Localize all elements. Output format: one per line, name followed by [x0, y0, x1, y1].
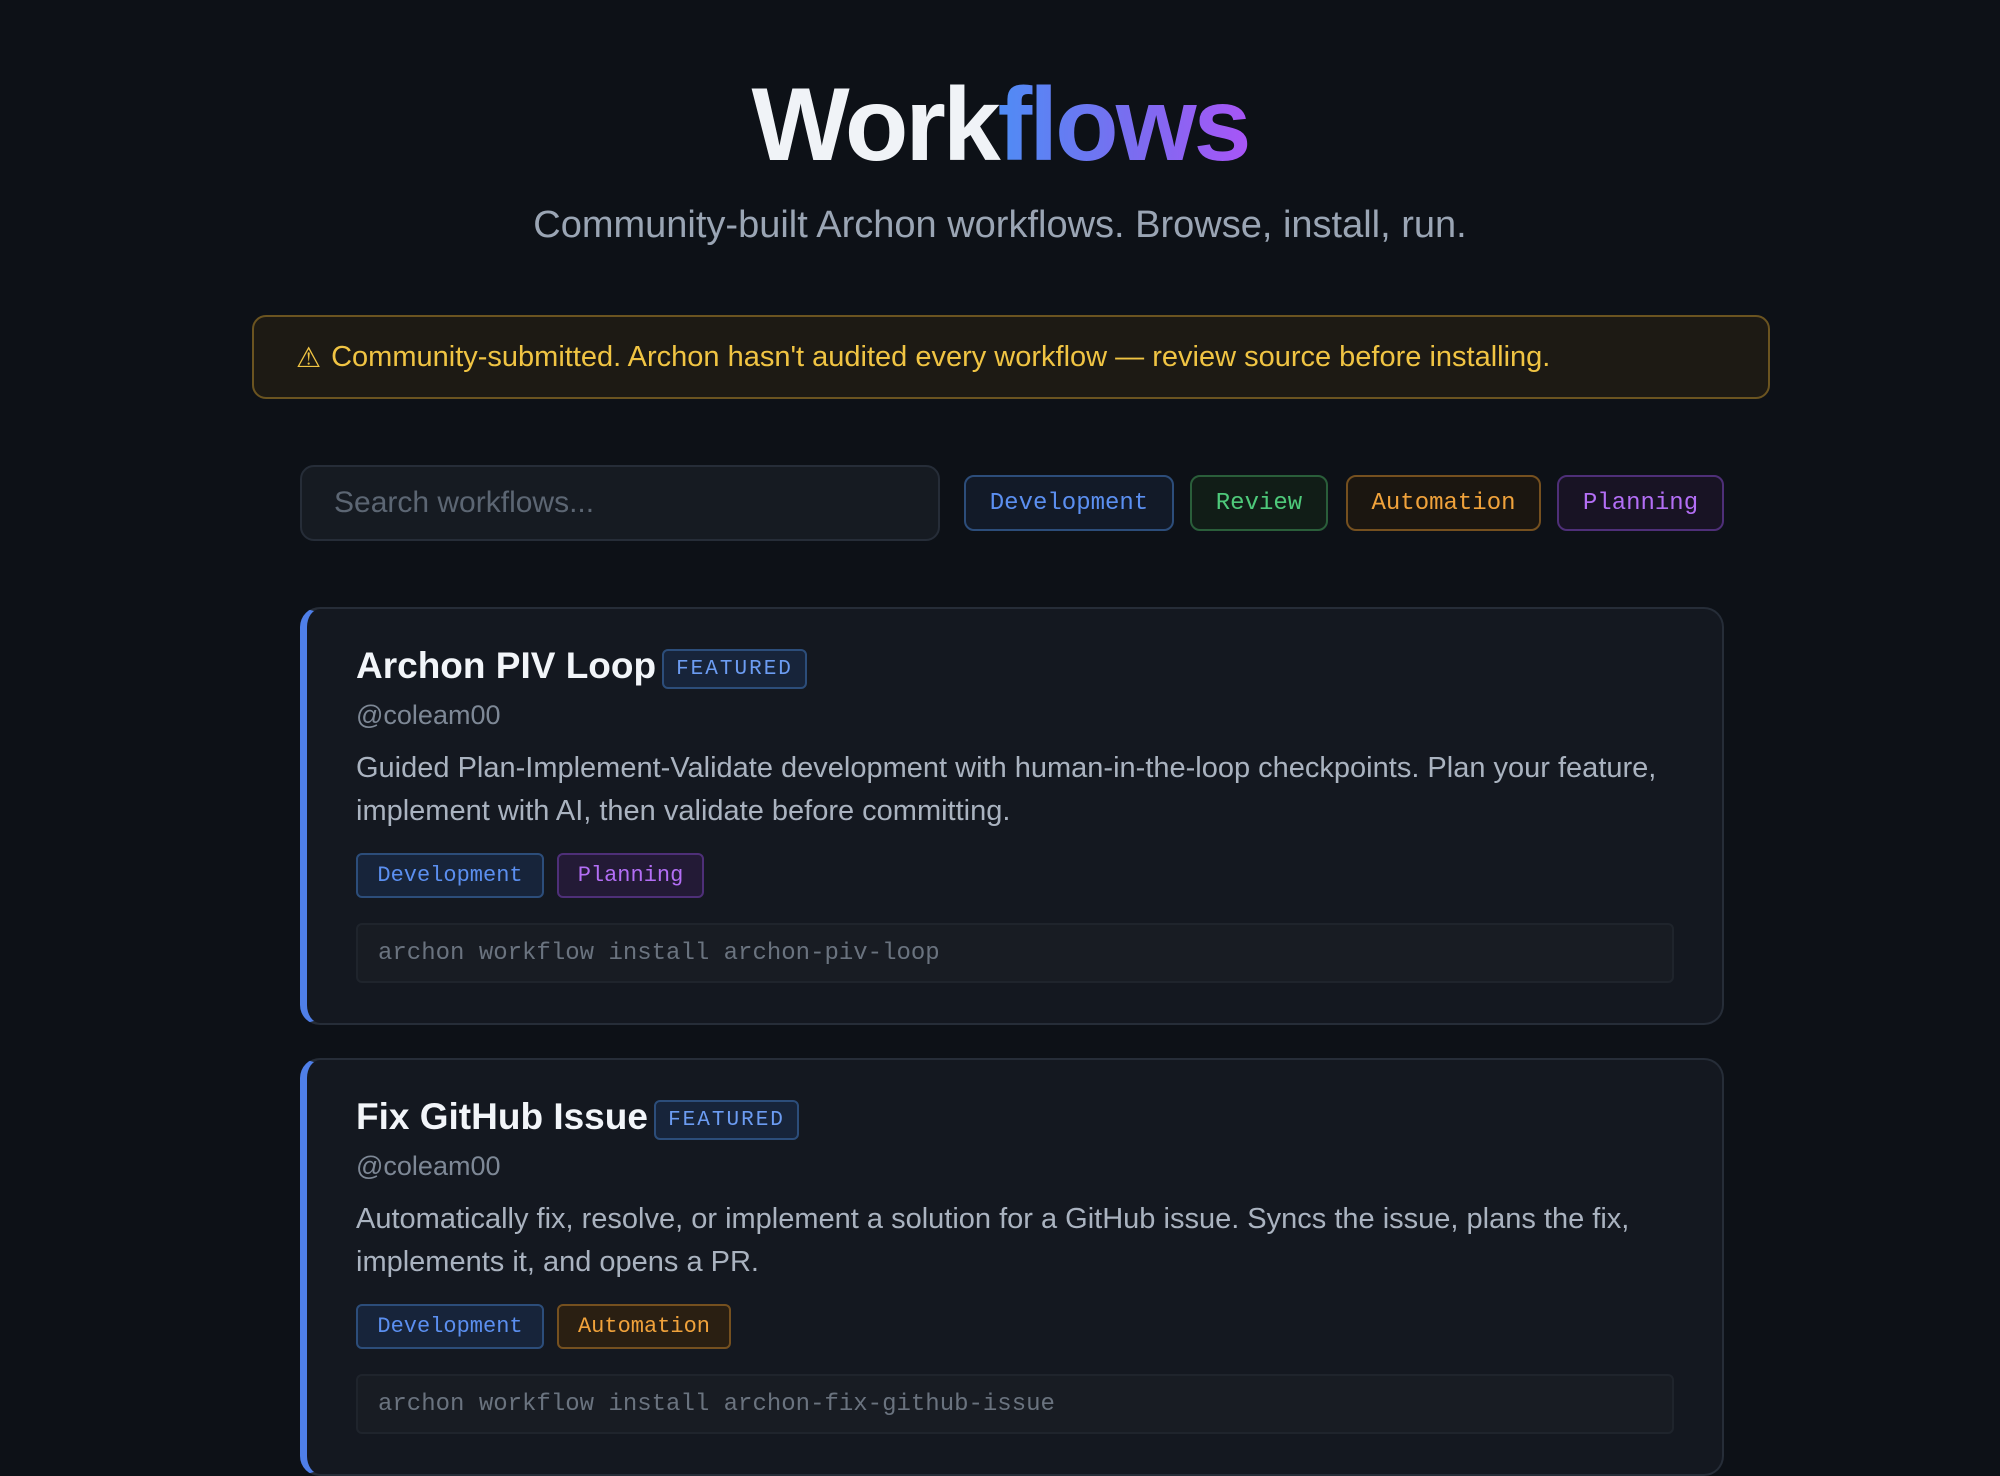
- page-title: Workflows: [0, 66, 2000, 186]
- workflow-author[interactable]: @coleam00: [356, 1151, 500, 1182]
- featured-badge: FEATURED: [654, 1100, 799, 1140]
- workflow-description: Automatically fix, resolve, or implement…: [356, 1203, 1630, 1278]
- page-subtitle: Community-built Archon workflows. Browse…: [533, 204, 1467, 246]
- filter-planning[interactable]: Planning: [1557, 475, 1724, 531]
- tag-planning[interactable]: Planning: [557, 853, 704, 898]
- workflow-author[interactable]: @coleam00: [356, 700, 500, 731]
- workflow-title[interactable]: Fix GitHub Issue: [356, 1096, 648, 1138]
- filter-review[interactable]: Review: [1190, 475, 1328, 531]
- workflow-card-archon-piv-loop[interactable]: Archon PIV Loop FEATURED @coleam00 Guide…: [300, 607, 1724, 1025]
- featured-badge: FEATURED: [662, 649, 807, 689]
- filter-automation[interactable]: Automation: [1346, 475, 1541, 531]
- page-title-part1: Work: [751, 67, 1001, 183]
- install-command[interactable]: archon workflow install archon-fix-githu…: [356, 1374, 1674, 1434]
- workflow-description: Guided Plan-Implement-Validate developme…: [356, 752, 1657, 827]
- install-command[interactable]: archon workflow install archon-piv-loop: [356, 923, 1674, 983]
- warning-text: Community-submitted. Archon hasn't audit…: [331, 340, 1551, 373]
- workflows-page: Workflows Community-built Archon workflo…: [0, 0, 2000, 1476]
- tag-development[interactable]: Development: [356, 1304, 544, 1349]
- tag-automation[interactable]: Automation: [557, 1304, 731, 1349]
- filter-development[interactable]: Development: [964, 475, 1174, 531]
- page-title-part2: flows: [997, 67, 1252, 183]
- search-input[interactable]: [300, 465, 940, 541]
- workflow-card-fix-github-issue[interactable]: Fix GitHub Issue FEATURED @coleam00 Auto…: [300, 1058, 1724, 1476]
- workflow-title[interactable]: Archon PIV Loop: [356, 645, 656, 687]
- warning-icon: ⚠: [296, 341, 322, 373]
- warning-banner: ⚠ Community-submitted. Archon hasn't aud…: [252, 315, 1770, 399]
- tag-development[interactable]: Development: [356, 853, 544, 898]
